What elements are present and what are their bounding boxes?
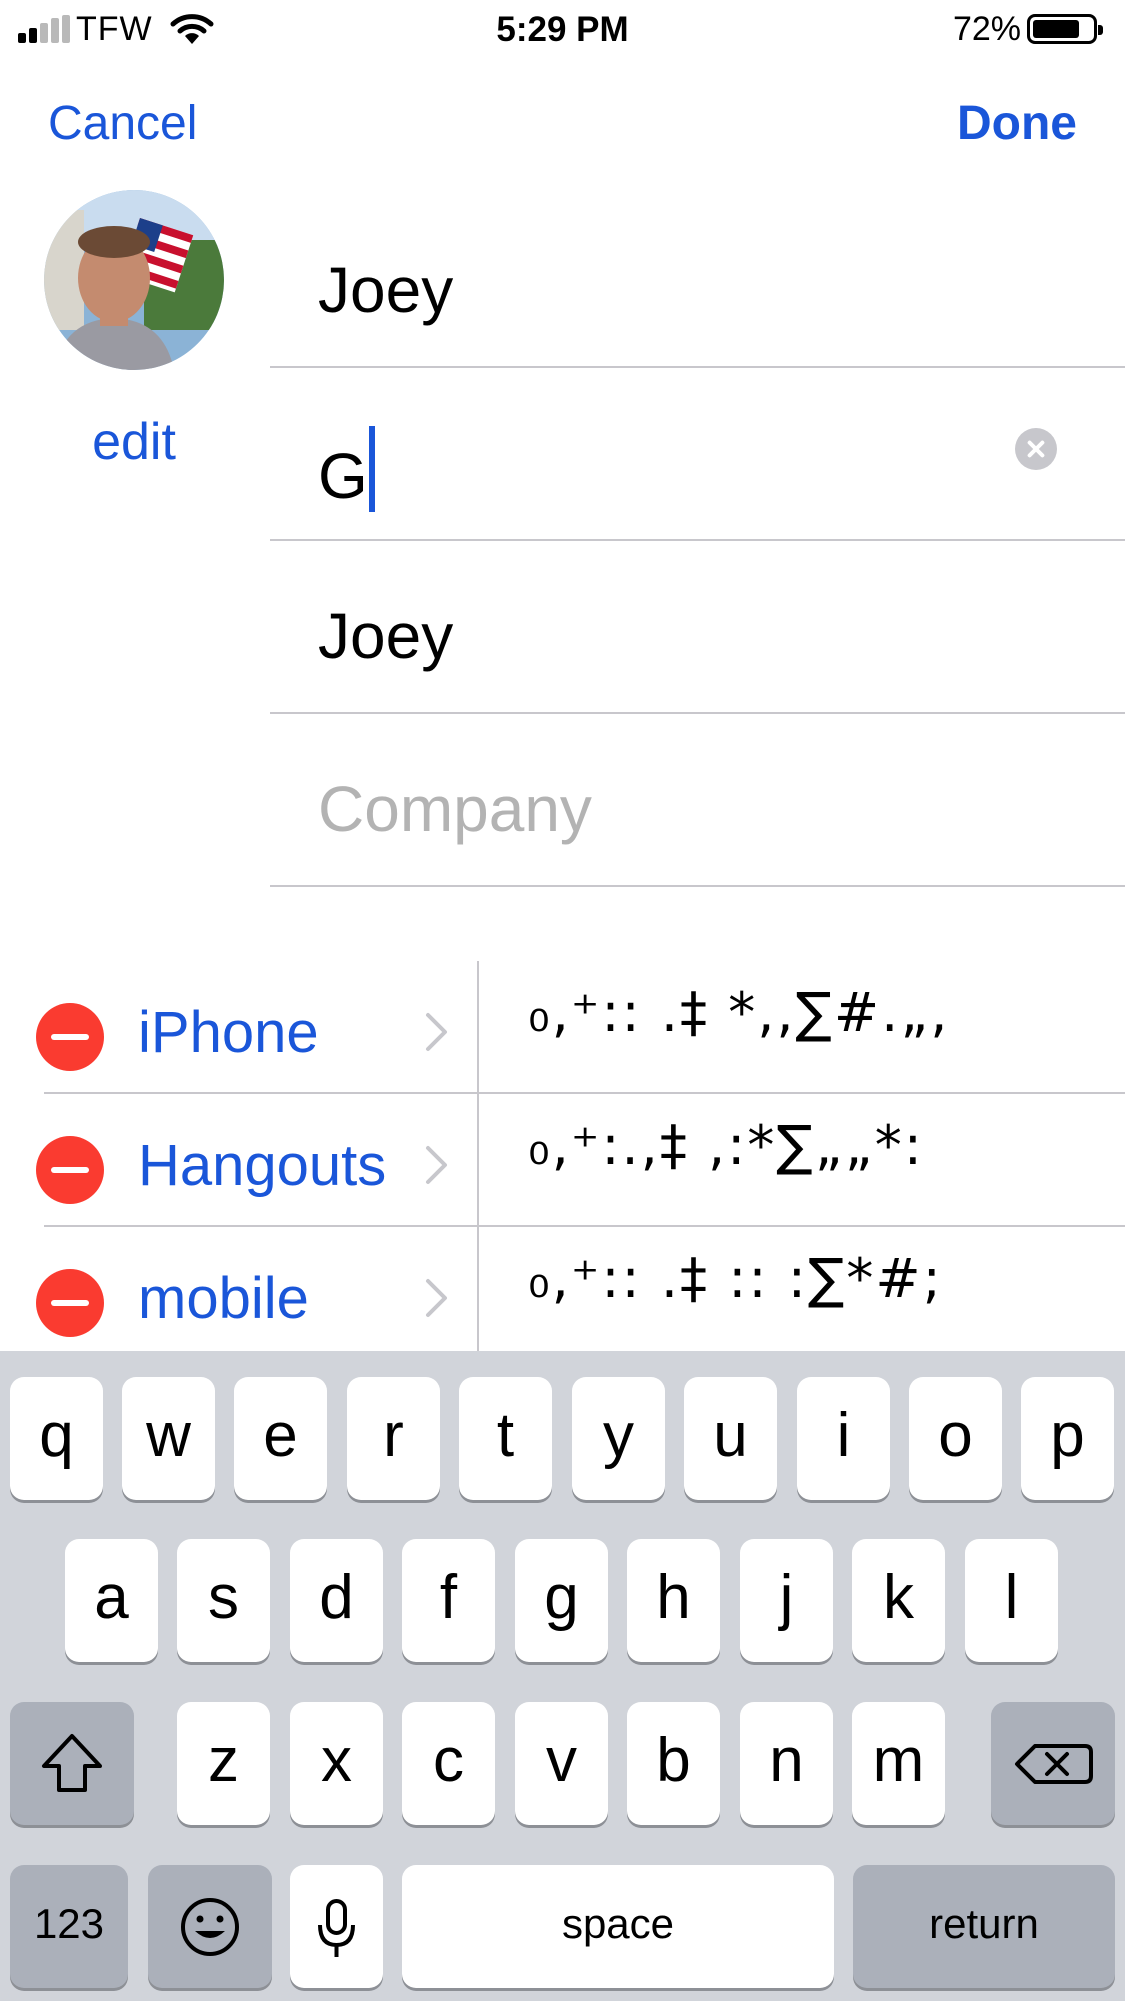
divider [477,1227,479,1351]
key-j[interactable]: j [740,1539,833,1662]
key-x[interactable]: x [290,1702,383,1825]
key-h[interactable]: h [627,1539,720,1662]
battery-percentage: 72% [952,10,1021,48]
delete-phone-icon[interactable] [36,1136,104,1204]
key-k[interactable]: k [852,1539,945,1662]
phone-label[interactable]: Hangouts [138,1132,386,1199]
shift-key[interactable] [10,1702,134,1825]
text-cursor [368,426,375,512]
key-l[interactable]: l [965,1539,1058,1662]
keyboard: q w e r t y u i o p a s d f g h j k l z … [0,1351,1125,2001]
microphone-icon [318,1899,355,1957]
last-name-field[interactable]: G [270,366,1125,541]
key-o[interactable]: o [909,1377,1002,1500]
phone-row: mobile ₀,⁺:: .‡ :: :∑*#; [0,1227,1125,1351]
avatar-image [44,190,224,370]
key-w[interactable]: w [122,1377,215,1500]
key-p[interactable]: p [1021,1377,1114,1500]
company-field[interactable]: Company [270,712,1125,887]
key-u[interactable]: u [684,1377,777,1500]
key-r[interactable]: r [347,1377,440,1500]
key-v[interactable]: v [515,1702,608,1825]
return-key[interactable]: return [853,1865,1115,1988]
phone-row: iPhone ₀,⁺:: .‡ *,,∑#.„, [0,961,1125,1094]
key-s[interactable]: s [177,1539,270,1662]
key-q[interactable]: q [10,1377,103,1500]
phone-label[interactable]: mobile [138,1265,309,1332]
key-m[interactable]: m [852,1702,945,1825]
emoji-key[interactable] [148,1865,272,1988]
emoji-icon [181,1898,239,1956]
shift-icon [42,1734,102,1792]
key-e[interactable]: e [234,1377,327,1500]
key-z[interactable]: z [177,1702,270,1825]
contact-photo[interactable] [44,190,224,370]
numbers-key[interactable]: 123 [10,1865,128,1988]
battery-icon [1027,14,1103,44]
backspace-icon [1015,1744,1093,1784]
first-name-value: Joey [318,254,454,326]
first-name-field[interactable]: Joey [270,193,1125,368]
edit-photo-link[interactable]: edit [44,412,224,472]
key-f[interactable]: f [402,1539,495,1662]
divider [477,1094,479,1227]
last-name-value: G [318,440,368,512]
dictation-key[interactable] [290,1865,383,1988]
key-d[interactable]: d [290,1539,383,1662]
phone-value[interactable]: ₀,⁺:: .‡ *,,∑#.„, [528,981,949,1044]
key-n[interactable]: n [740,1702,833,1825]
key-g[interactable]: g [515,1539,608,1662]
space-key[interactable]: space [402,1865,834,1988]
divider [477,961,479,1094]
phone-value[interactable]: ₀,⁺:: .‡ :: :∑*#; [528,1247,943,1310]
company-placeholder: Company [318,773,592,845]
key-b[interactable]: b [627,1702,720,1825]
nickname-field[interactable]: Joey [270,539,1125,714]
key-c[interactable]: c [402,1702,495,1825]
delete-phone-icon[interactable] [36,1003,104,1071]
delete-phone-icon[interactable] [36,1269,104,1337]
status-bar: TFW 5:29 PM 72% [0,0,1125,60]
key-i[interactable]: i [797,1377,890,1500]
cancel-button[interactable]: Cancel [48,96,197,151]
key-y[interactable]: y [572,1377,665,1500]
chevron-right-icon[interactable] [424,1144,450,1186]
phone-row: Hangouts ₀,⁺:.,‡ ,:*∑„„*: [0,1094,1125,1227]
chevron-right-icon[interactable] [424,1277,450,1319]
clear-text-icon[interactable] [1015,428,1057,470]
key-t[interactable]: t [459,1377,552,1500]
chevron-right-icon[interactable] [424,1011,450,1053]
done-button[interactable]: Done [957,96,1077,151]
nickname-value: Joey [318,600,454,672]
delete-key[interactable] [991,1702,1115,1825]
key-a[interactable]: a [65,1539,158,1662]
phone-label[interactable]: iPhone [138,999,319,1066]
phone-value[interactable]: ₀,⁺:.,‡ ,:*∑„„*: [528,1114,924,1177]
